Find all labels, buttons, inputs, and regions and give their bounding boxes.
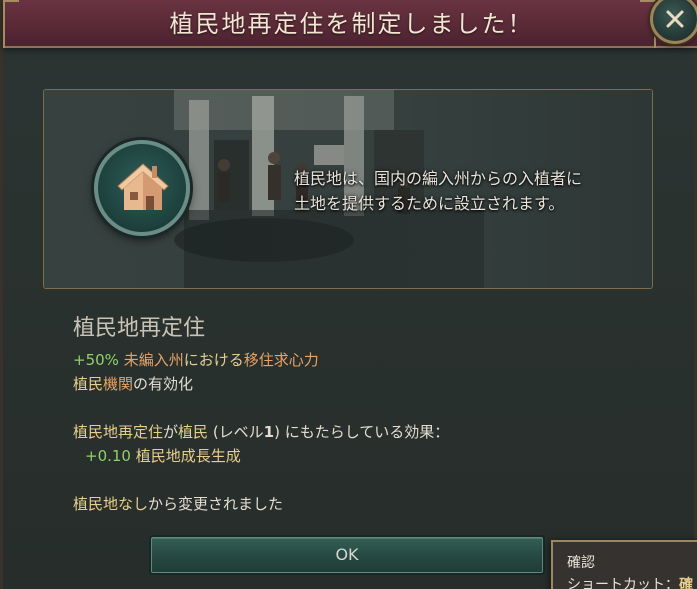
tooltip-shortcut-label: ショートカット： bbox=[567, 577, 679, 589]
effect1-stat-link[interactable]: 移住求心力 bbox=[244, 351, 319, 369]
dialog-title: 植民地再定住を制定しました！ bbox=[169, 10, 534, 38]
impact-subject[interactable]: 植民地再定住 bbox=[73, 423, 163, 441]
event-banner: 植民地は、国内の編入州からの入植者に 土地を提供するために設立されます。 bbox=[43, 89, 653, 289]
tooltip-shortcut: ショートカット：確 bbox=[567, 574, 697, 589]
effect2-suffix: の有効化 bbox=[133, 375, 194, 393]
dialog-header: 植民地再定住を制定しました！ bbox=[3, 0, 697, 48]
banner-description: 植民地は、国内の編入州からの入植者に 土地を提供するために設立されます。 bbox=[294, 166, 624, 216]
changed-from-line: 植民地なしから変更されました bbox=[73, 492, 633, 516]
impact-paren-open: (レベル bbox=[208, 423, 264, 441]
effect1-target-link[interactable]: 未編入州 bbox=[124, 351, 184, 369]
effect2-link[interactable]: 機関 bbox=[103, 375, 133, 393]
close-icon bbox=[666, 10, 684, 28]
changed-suffix: から変更されました bbox=[148, 495, 284, 513]
dialog-panel: 植民地再定住を制定しました！ 植民地は、国内の編入州からの入植者に 土地を提供す… bbox=[0, 0, 697, 589]
impact-line: 植民地再定住が植民 (レベル1) にもたらしている効果： bbox=[73, 420, 633, 444]
impact-stat[interactable]: 植民地成長生成 bbox=[136, 447, 241, 465]
banner-text-line1: 植民地は、国内の編入州からの入植者に bbox=[294, 169, 583, 188]
effect1-mid: における bbox=[183, 351, 244, 369]
impact-mid: が bbox=[163, 423, 179, 441]
impact-paren-close: ) にもたらしている効果： bbox=[274, 423, 450, 441]
impact-effect-line: +0.10 植民地成長生成 bbox=[73, 444, 633, 468]
banner-text-line2: 土地を提供するために設立されます。 bbox=[294, 194, 565, 213]
ok-tooltip: 確認 ショートカット：確 bbox=[551, 540, 697, 589]
tooltip-shortcut-key: 確 bbox=[679, 577, 693, 589]
effect-line-1: +50% 未編入州における移住求心力 bbox=[73, 348, 633, 372]
house-icon bbox=[117, 163, 169, 210]
ok-button[interactable]: OK bbox=[151, 537, 543, 573]
tooltip-title: 確認 bbox=[567, 555, 595, 571]
effect1-value: +50% bbox=[73, 351, 119, 369]
effect2-prefix: 植民 bbox=[73, 375, 104, 393]
impact-target[interactable]: 植民 bbox=[178, 423, 208, 441]
effect-line-2: 植民機関の有効化 bbox=[73, 372, 633, 396]
changed-from-link[interactable]: 植民地なし bbox=[73, 495, 148, 513]
impact-level: 1 bbox=[263, 423, 275, 441]
colony-icon-badge bbox=[94, 140, 190, 236]
reform-name: 植民地再定住 bbox=[73, 316, 206, 341]
reform-details: 植民地再定住 +50% 未編入州における移住求心力 植民機関の有効化 植民地再定… bbox=[73, 314, 633, 516]
impact-value: +0.10 bbox=[85, 447, 131, 465]
